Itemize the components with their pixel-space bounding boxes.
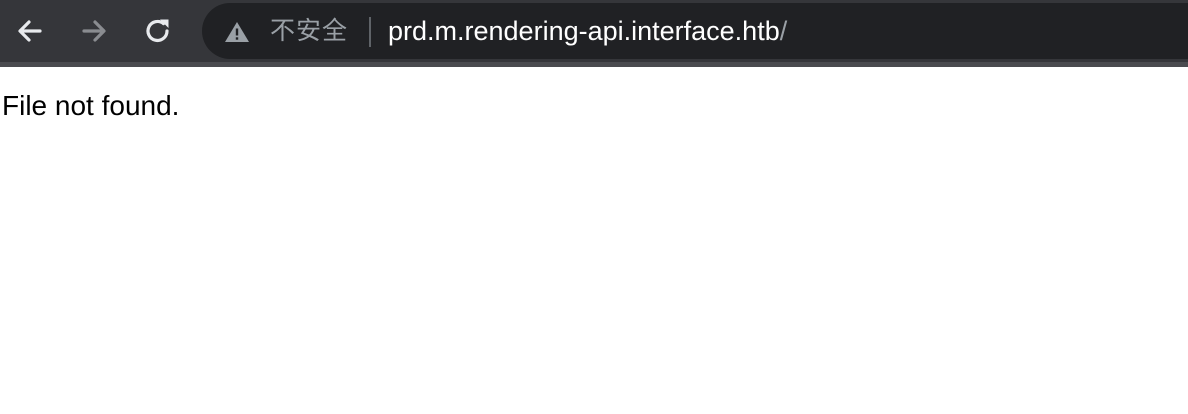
url-path: / [779, 16, 788, 46]
reload-button[interactable] [138, 11, 178, 51]
reload-icon [146, 19, 169, 43]
forward-arrow-icon [82, 20, 106, 42]
back-button[interactable] [10, 11, 50, 51]
url-host: prd.m.rendering-api.interface.htb [388, 16, 780, 46]
address-bar[interactable]: 不安全 prd.m.rendering-api.interface.htb/ [202, 3, 1188, 59]
warning-triangle-icon[interactable] [224, 20, 250, 44]
error-message: File not found. [2, 90, 180, 121]
address-bar-separator [369, 17, 371, 47]
forward-button[interactable] [74, 11, 114, 51]
security-status-label[interactable]: 不安全 [270, 16, 348, 46]
browser-toolbar: 不安全 prd.m.rendering-api.interface.htb/ [0, 0, 1188, 62]
url-text[interactable]: prd.m.rendering-api.interface.htb/ [388, 16, 787, 46]
back-arrow-icon [18, 20, 42, 42]
page-content: File not found. [0, 67, 1188, 414]
